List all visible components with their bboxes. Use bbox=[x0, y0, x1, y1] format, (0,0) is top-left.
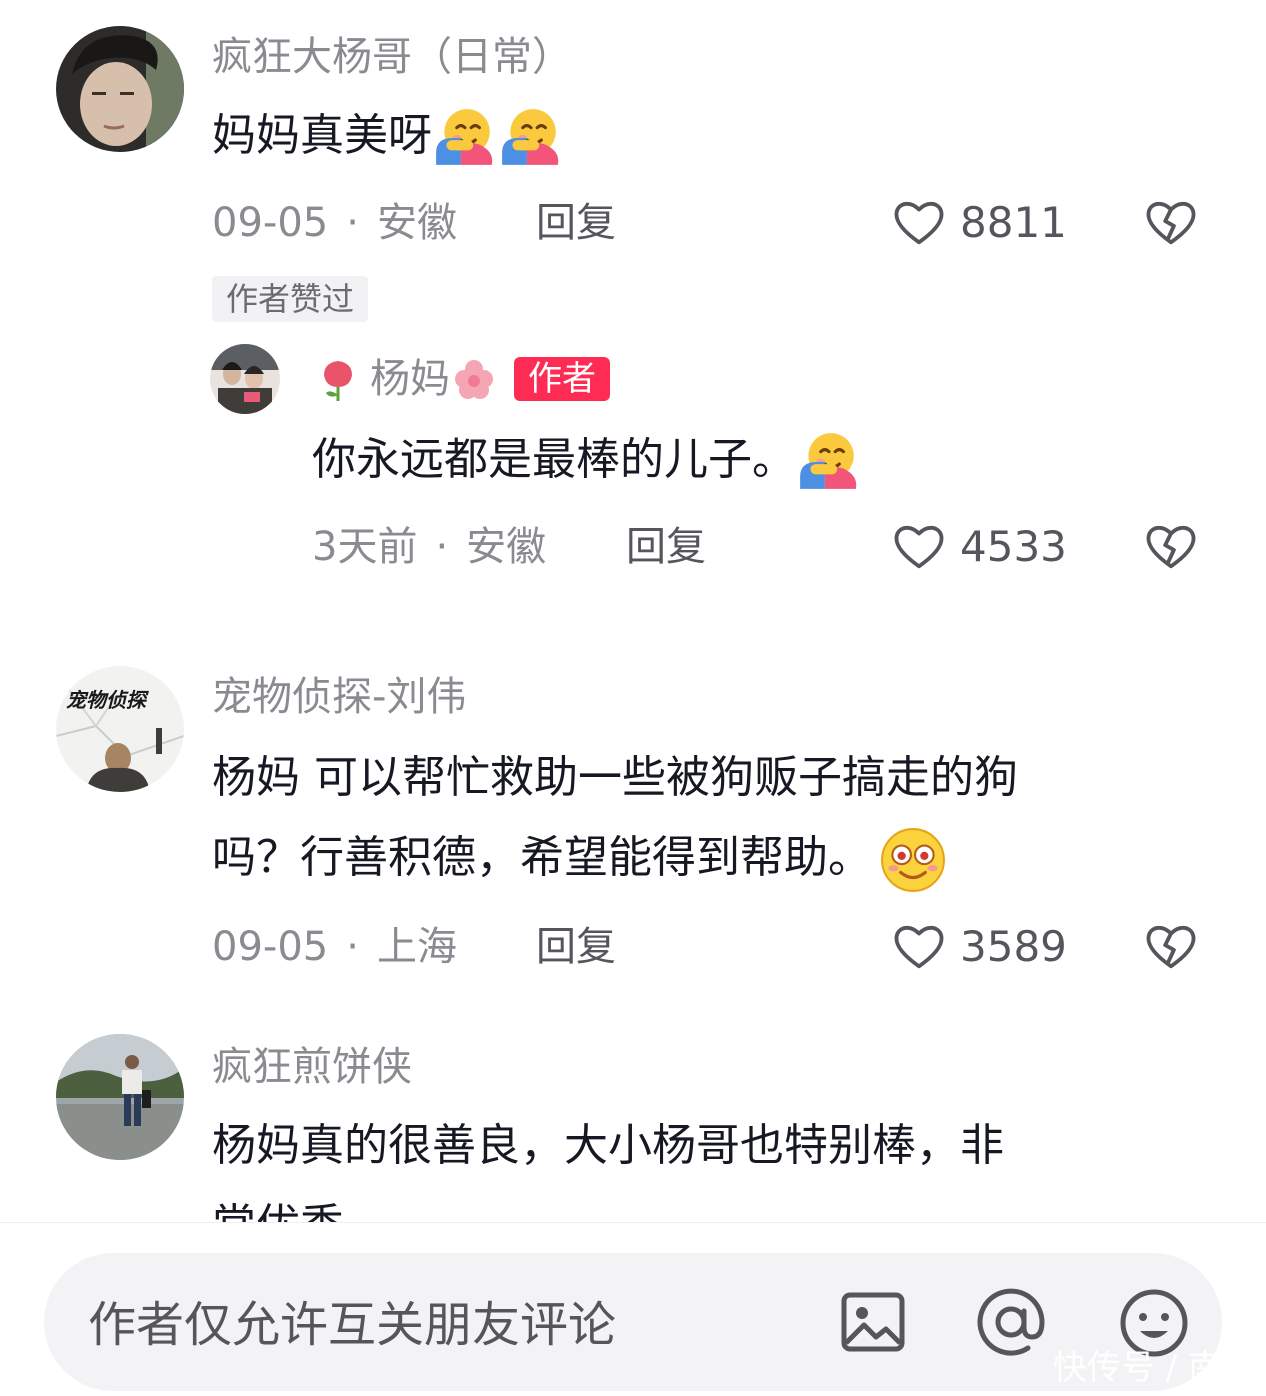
comment-date: 09-05 bbox=[212, 924, 329, 970]
comment-text: 杨妈 可以帮忙救助一些被狗贩子搞走的狗 吗？行善积德，希望能得到帮助。 bbox=[212, 738, 1212, 898]
heart-icon bbox=[892, 196, 946, 250]
reply-button[interactable]: 回复 bbox=[536, 198, 616, 248]
like-count: 4533 bbox=[960, 522, 1067, 571]
comment-text-content: 妈妈真美呀 bbox=[212, 110, 432, 161]
reply-text-content: 你永远都是最棒的儿子。 bbox=[312, 434, 796, 485]
comment-location: 上海 bbox=[376, 924, 457, 970]
avatar-label: 宠物侦探 bbox=[66, 688, 146, 712]
comment-date: 09-05 bbox=[212, 200, 329, 246]
like-count: 8811 bbox=[960, 198, 1067, 247]
watermark: 快传号 / 南宫 bbox=[1052, 1348, 1256, 1388]
reply-button[interactable]: 回复 bbox=[626, 522, 706, 572]
comment-meta: 09-05 · 安徽 bbox=[212, 198, 457, 248]
like-button[interactable]: 8811 bbox=[892, 196, 1067, 250]
author-liked-tag: 作者赞过 bbox=[212, 276, 369, 322]
heart-icon bbox=[892, 520, 946, 574]
author-badge: 作者 bbox=[514, 357, 610, 401]
comment-list: 疯狂大杨哥（日常） 妈妈真美呀 09-05 · 安徽 回复 8811 作者赞过 bbox=[0, 0, 1266, 1222]
reply-avatar[interactable] bbox=[210, 344, 280, 414]
hug-emoji-icon bbox=[498, 105, 564, 171]
reply-username-row: 杨妈 作者 bbox=[316, 354, 610, 404]
smile-emoji-icon bbox=[880, 827, 946, 893]
comment-location: 安徽 bbox=[376, 200, 457, 246]
comment-text-line: 吗？行善积德，希望能得到帮助。 bbox=[212, 818, 1212, 898]
comment-text-line: 常优秀 bbox=[212, 1186, 1212, 1222]
comment-text: 杨妈真的很善良，大小杨哥也特别棒，非 常优秀 bbox=[212, 1106, 1212, 1222]
like-button[interactable]: 4533 bbox=[892, 520, 1067, 574]
comment-text: 妈妈真美呀 bbox=[212, 96, 564, 176]
hug-emoji-icon bbox=[432, 105, 498, 171]
comment-text-line: 杨妈真的很善良，大小杨哥也特别棒，非 bbox=[212, 1120, 1004, 1171]
input-placeholder: 作者仅允许互关朋友评论 bbox=[88, 1297, 617, 1353]
broken-heart-icon[interactable] bbox=[1144, 520, 1198, 574]
comment-username[interactable]: 宠物侦探-刘伟 bbox=[212, 672, 466, 722]
reply-text: 你永远都是最棒的儿子。 bbox=[312, 420, 862, 500]
comment-username[interactable]: 疯狂煎饼侠 bbox=[212, 1042, 412, 1092]
comment-item: 疯狂大杨哥（日常） 妈妈真美呀 09-05 · 安徽 回复 8811 作者赞过 bbox=[0, 0, 1266, 620]
like-count: 3589 bbox=[960, 922, 1067, 971]
reply-location: 安徽 bbox=[466, 524, 547, 570]
broken-heart-icon[interactable] bbox=[1144, 196, 1198, 250]
image-icon[interactable] bbox=[838, 1287, 908, 1357]
comment-text-content: 吗？行善积德，希望能得到帮助。 bbox=[212, 832, 872, 883]
comment-item: 宠物侦探 宠物侦探-刘伟 杨妈 可以帮忙救助一些被狗贩子搞走的狗 吗？行善积德，… bbox=[0, 640, 1266, 1020]
reply-meta: 3天前 · 安徽 bbox=[312, 522, 546, 572]
comment-text-line: 杨妈 可以帮忙救助一些被狗贩子搞走的狗 bbox=[212, 752, 1018, 803]
hug-emoji-icon bbox=[796, 429, 862, 495]
comment-item: 疯狂煎饼侠 杨妈真的很善良，大小杨哥也特别棒，非 常优秀 bbox=[0, 1008, 1266, 1222]
avatar[interactable] bbox=[56, 1034, 184, 1160]
reply-button[interactable]: 回复 bbox=[536, 922, 616, 972]
heart-icon bbox=[892, 920, 946, 974]
meta-separator: · bbox=[346, 924, 359, 970]
avatar[interactable] bbox=[56, 26, 184, 152]
at-icon[interactable] bbox=[976, 1287, 1046, 1357]
meta-separator: · bbox=[346, 200, 359, 246]
reply-username[interactable]: 杨妈 bbox=[370, 354, 450, 404]
meta-separator: · bbox=[435, 524, 449, 570]
rose-emoji-icon bbox=[324, 361, 352, 401]
comment-input-bar: 作者仅允许互关朋友评论 快传号 / 南宫 bbox=[0, 1222, 1266, 1396]
broken-heart-icon[interactable] bbox=[1144, 920, 1198, 974]
reply-date: 3天前 bbox=[312, 524, 418, 570]
like-button[interactable]: 3589 bbox=[892, 920, 1067, 974]
comment-input[interactable]: 作者仅允许互关朋友评论 bbox=[44, 1253, 1222, 1391]
comment-meta: 09-05 · 上海 bbox=[212, 922, 457, 972]
comment-username[interactable]: 疯狂大杨哥（日常） bbox=[212, 32, 572, 82]
flower-emoji-icon bbox=[455, 360, 493, 399]
avatar[interactable]: 宠物侦探 bbox=[56, 666, 184, 792]
